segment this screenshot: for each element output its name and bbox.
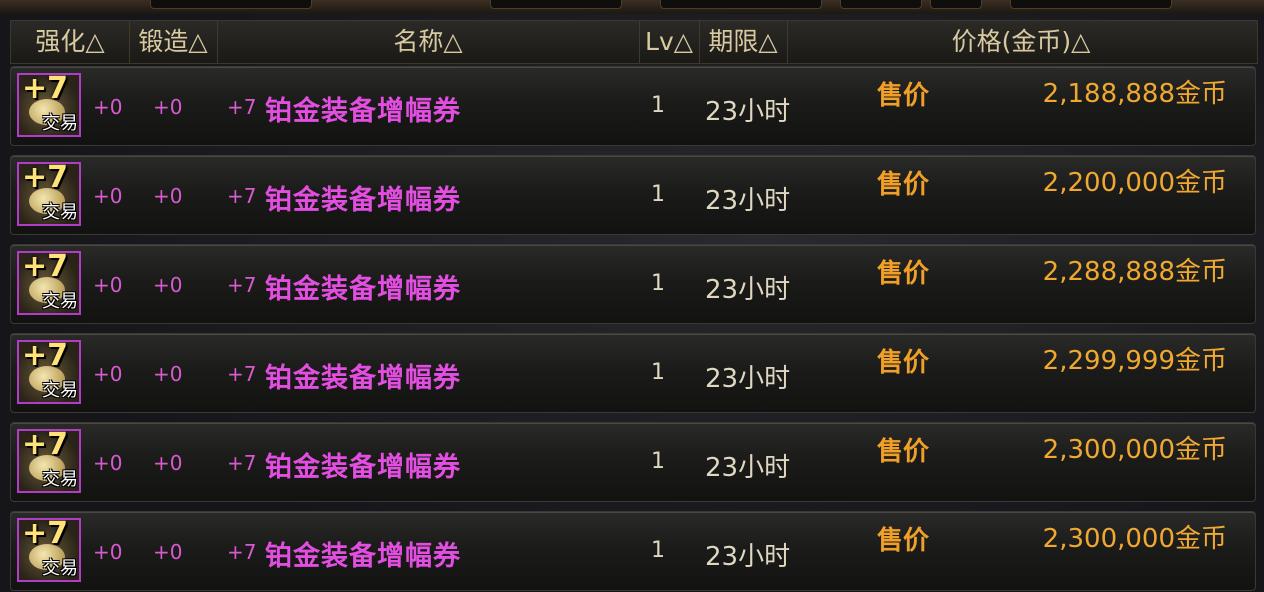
top-tab[interactable] — [930, 0, 982, 9]
icon-plus-label: +7 — [22, 518, 69, 551]
icon-plus-label: +7 — [22, 73, 69, 106]
item-prefix: +7 — [227, 540, 257, 564]
top-tabs — [0, 0, 1264, 10]
plus7-ticket-icon[interactable]: +7 交易 — [17, 251, 81, 315]
item-level: 1 — [651, 538, 665, 563]
price-value: 2,300,000金币 — [1042, 524, 1227, 554]
icon-trade-label: 交易 — [42, 202, 78, 223]
sale-price-label: 售价 — [877, 526, 930, 556]
top-tab[interactable] — [150, 0, 312, 9]
listing-row[interactable]: +7 交易 +0 +0 +7 铂金装备增幅券 1 23小时 售价 2,288,8… — [10, 244, 1256, 324]
top-tab[interactable] — [840, 0, 922, 9]
price-value: 2,300,000金币 — [1042, 435, 1227, 465]
item-period: 23小时 — [705, 542, 791, 572]
icon-trade-label: 交易 — [42, 380, 78, 401]
icon-trade-label: 交易 — [42, 291, 78, 312]
plus7-ticket-icon[interactable]: +7 交易 — [17, 518, 81, 582]
plus7-ticket-icon[interactable]: +7 交易 — [17, 162, 81, 226]
sale-price-label: 售价 — [877, 437, 930, 467]
header-lv-sort[interactable]: Lv△ — [639, 21, 700, 63]
forge-value: +0 — [153, 95, 183, 119]
icon-plus-label: +7 — [22, 429, 69, 462]
item-prefix: +7 — [227, 184, 257, 208]
item-period: 23小时 — [705, 186, 791, 216]
header-enhance-sort[interactable]: 强化△ — [11, 21, 130, 63]
item-name[interactable]: 铂金装备增幅券 — [265, 445, 461, 484]
plus7-ticket-icon[interactable]: +7 交易 — [17, 340, 81, 404]
enhance-value: +0 — [93, 451, 123, 475]
item-period: 23小时 — [705, 453, 791, 483]
sale-price-label: 售价 — [877, 348, 930, 378]
price-value: 2,299,999金币 — [1042, 346, 1227, 376]
header-price-sort[interactable]: 价格(金币)△ — [787, 21, 1255, 63]
sale-price-label: 售价 — [877, 259, 930, 289]
item-level: 1 — [651, 449, 665, 474]
listing-row[interactable]: +7 交易 +0 +0 +7 铂金装备增幅券 1 23小时 售价 2,299,9… — [10, 333, 1256, 413]
item-prefix: +7 — [227, 362, 257, 386]
item-name[interactable]: 铂金装备增幅券 — [265, 356, 461, 395]
header-period-sort[interactable]: 期限△ — [699, 21, 788, 63]
item-level: 1 — [651, 360, 665, 385]
icon-plus-label: +7 — [22, 162, 69, 195]
top-tab[interactable] — [490, 0, 622, 9]
item-level: 1 — [651, 93, 665, 118]
price-value: 2,188,888金币 — [1042, 79, 1227, 109]
header-forge-sort[interactable]: 锻造△ — [129, 21, 218, 63]
item-name[interactable]: 铂金装备增幅券 — [265, 89, 461, 128]
item-name[interactable]: 铂金装备增幅券 — [265, 267, 461, 306]
header-name-sort[interactable]: 名称△ — [217, 21, 640, 63]
item-prefix: +7 — [227, 273, 257, 297]
item-prefix: +7 — [227, 95, 257, 119]
listing-row[interactable]: +7 交易 +0 +0 +7 铂金装备增幅券 1 23小时 售价 2,300,0… — [10, 422, 1256, 502]
item-period: 23小时 — [705, 97, 791, 127]
price-value: 2,288,888金币 — [1042, 257, 1227, 287]
item-name[interactable]: 铂金装备增幅券 — [265, 534, 461, 573]
enhance-value: +0 — [93, 273, 123, 297]
enhance-value: +0 — [93, 540, 123, 564]
auction-list-panel: 强化△ 锻造△ 名称△ Lv△ 期限△ 价格(金币)△ +7 交易 +0 +0 … — [0, 0, 1264, 592]
forge-value: +0 — [153, 451, 183, 475]
item-level: 1 — [651, 182, 665, 207]
enhance-value: +0 — [93, 95, 123, 119]
item-period: 23小时 — [705, 364, 791, 394]
listing-row[interactable]: +7 交易 +0 +0 +7 铂金装备增幅券 1 23小时 售价 2,188,8… — [10, 66, 1256, 146]
forge-value: +0 — [153, 273, 183, 297]
plus7-ticket-icon[interactable]: +7 交易 — [17, 429, 81, 493]
price-value: 2,200,000金币 — [1042, 168, 1227, 198]
icon-trade-label: 交易 — [42, 558, 78, 579]
icon-trade-label: 交易 — [42, 113, 78, 134]
sale-price-label: 售价 — [877, 170, 930, 200]
item-level: 1 — [651, 271, 665, 296]
listing-row[interactable]: +7 交易 +0 +0 +7 铂金装备增幅券 1 23小时 售价 2,300,0… — [10, 511, 1256, 591]
forge-value: +0 — [153, 184, 183, 208]
forge-value: +0 — [153, 362, 183, 386]
icon-trade-label: 交易 — [42, 469, 78, 490]
sale-price-label: 售价 — [877, 81, 930, 111]
item-name[interactable]: 铂金装备增幅券 — [265, 178, 461, 217]
icon-plus-label: +7 — [22, 340, 69, 373]
listing-row[interactable]: +7 交易 +0 +0 +7 铂金装备增幅券 1 23小时 售价 2,200,0… — [10, 155, 1256, 235]
top-tab[interactable] — [660, 0, 822, 9]
item-prefix: +7 — [227, 451, 257, 475]
top-tab[interactable] — [1010, 0, 1172, 9]
plus7-ticket-icon[interactable]: +7 交易 — [17, 73, 81, 137]
enhance-value: +0 — [93, 184, 123, 208]
forge-value: +0 — [153, 540, 183, 564]
item-period: 23小时 — [705, 275, 791, 305]
icon-plus-label: +7 — [22, 251, 69, 284]
column-header-bar: 强化△ 锻造△ 名称△ Lv△ 期限△ 价格(金币)△ — [10, 20, 1258, 64]
enhance-value: +0 — [93, 362, 123, 386]
